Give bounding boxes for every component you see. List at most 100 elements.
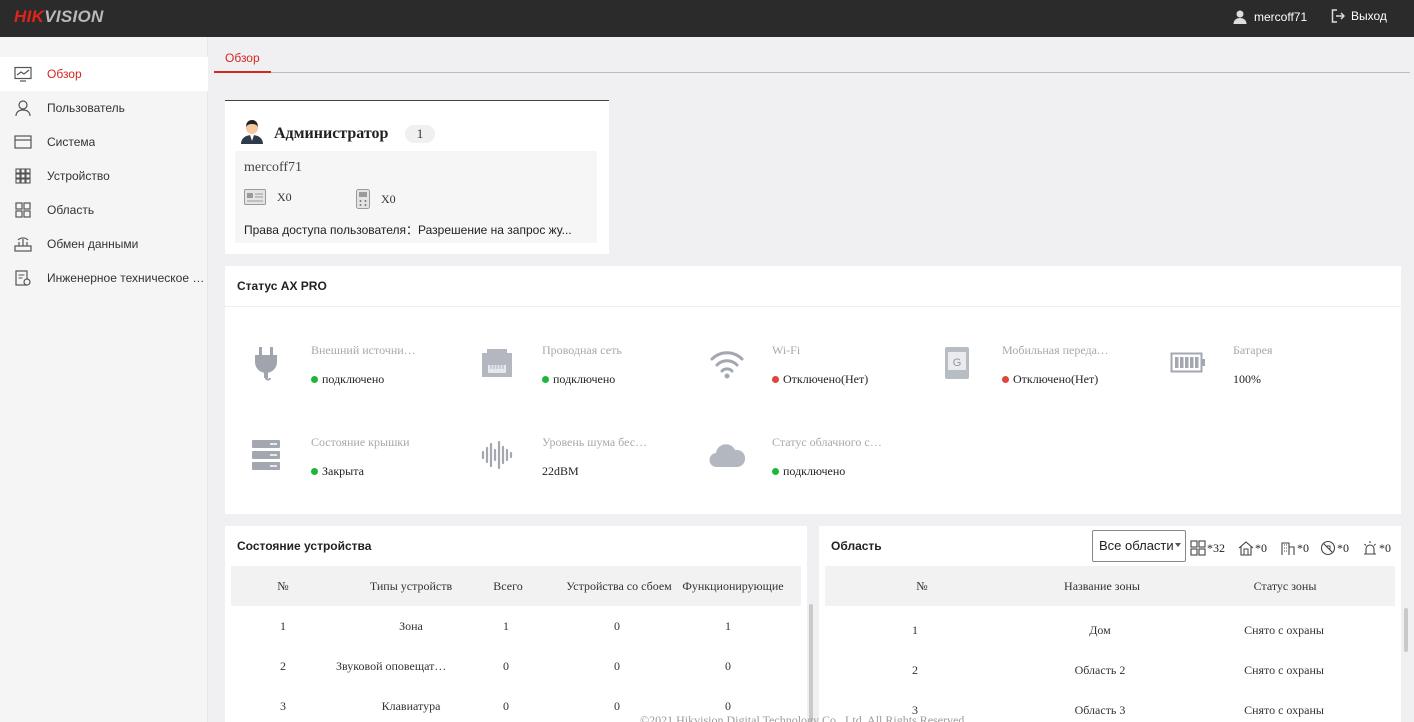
top-bar: HIKVISION mercoff71 Выход (0, 0, 1414, 37)
status-name: Батарея (1233, 343, 1273, 357)
panel-title: Состояние устройства (237, 539, 372, 553)
sidebar-item-system[interactable]: Система (0, 125, 208, 159)
away-arm-counter: *0 (1238, 540, 1267, 556)
sidebar-item-label: Обзор (47, 67, 82, 81)
scrollbar[interactable] (809, 604, 813, 722)
status-value: Отключено(Нет) (1002, 372, 1098, 387)
status-value: Закрыта (311, 464, 364, 479)
status-name: Wi-Fi (772, 343, 801, 357)
sidebar-item-communication[interactable]: Обмен данными (0, 227, 208, 261)
tab-overview[interactable]: Обзор (214, 51, 271, 73)
counter-value: *0 (1337, 540, 1349, 555)
sidebar-item-label: Инженерное техническое обслуживание (47, 271, 205, 285)
table-cell: 0 (614, 619, 620, 633)
admin-username: mercoff71 (244, 160, 303, 175)
table-cell: 0 (725, 699, 731, 713)
sidebar: Обзор Пользователь Система Устройство Об… (0, 37, 208, 722)
table-cell: Дом (1089, 623, 1111, 637)
table-cell: 1 (725, 619, 731, 633)
table-cell: 0 (503, 659, 509, 673)
column-header: № (916, 579, 928, 593)
table-cell: 0 (614, 699, 620, 713)
table-cell: Снято с охраны (1244, 703, 1324, 717)
panel-title: Область (831, 539, 882, 553)
status-value: Отключено(Нет) (772, 372, 868, 387)
copyright-footer: ©2021 Hikvision Digital Technology Co., … (640, 713, 968, 722)
area-select-value: Все области (1099, 538, 1174, 553)
table-header: № Типы устройств Всего Устройства со сбо… (231, 566, 801, 606)
column-header: № (277, 579, 289, 593)
table-cell: Область 3 (1074, 703, 1126, 717)
area-panel: Область Все области *32 *0 *0 *0 *0 № На… (819, 526, 1408, 722)
counter-value: *0 (1297, 540, 1309, 555)
status-wifi: Wi-Fi Отключено(Нет) (709, 341, 929, 391)
table-cell: 2 (280, 659, 286, 673)
sidebar-item-overview[interactable]: Обзор (0, 57, 208, 91)
status-name: Статус облачного сервиса (772, 435, 882, 449)
status-error-dot (772, 376, 779, 383)
stay-arm-icon (1281, 542, 1295, 555)
battery-icon (1170, 352, 1205, 373)
cloud-icon (709, 444, 745, 468)
panel-title: Статус AX PRO (237, 279, 327, 293)
keyfob-icon (356, 189, 370, 209)
status-ok-dot (311, 376, 318, 383)
divider (225, 306, 1401, 307)
table-cell: Звуковой оповещатель (336, 659, 451, 673)
admin-title: Администратор (274, 125, 389, 142)
table-cell: 2 (912, 663, 918, 677)
user-icon (1233, 10, 1247, 24)
status-wireless-noise: Уровень шума беспроводной сети 22dBM (479, 433, 699, 483)
system-icon (14, 135, 32, 149)
status-error-dot (1002, 376, 1009, 383)
counter-value: *0 (1255, 540, 1267, 555)
admin-count-badge: 1 (405, 125, 435, 143)
table-cell: 1 (280, 619, 286, 633)
table-cell: Клавиатура (381, 699, 441, 713)
column-header: Статус зоны (1253, 579, 1317, 593)
counter-value: *32 (1207, 540, 1225, 555)
area-select[interactable]: Все области (1092, 530, 1186, 562)
area-icon (15, 202, 31, 218)
admin-access-rights: Права доступа пользователя：Разрешение на… (244, 223, 572, 237)
status-tamper: Состояние крышки Закрыта (248, 433, 468, 483)
status-value: подключено (542, 372, 615, 387)
status-value-text: подключено (553, 372, 616, 386)
status-name: Уровень шума беспроводной сети (542, 435, 652, 449)
ethernet-icon (482, 349, 512, 377)
router-icon (14, 237, 32, 252)
table-cell: 1 (912, 623, 918, 637)
status-value: 22dBM (542, 464, 579, 479)
status-value-text: 100% (1233, 372, 1261, 386)
table-cell: 0 (503, 699, 509, 713)
device-grid-icon (15, 168, 31, 184)
user-menu[interactable]: mercoff71 (1232, 9, 1307, 25)
disarm-counter: *0 (1320, 540, 1349, 556)
logout-label: Выход (1351, 9, 1387, 23)
sidebar-item-label: Обмен данными (47, 237, 139, 251)
table-cell: 3 (280, 699, 286, 713)
sidebar-item-user[interactable]: Пользователь (0, 91, 208, 125)
maintenance-icon (15, 270, 31, 286)
sidebar-item-label: Устройство (47, 169, 110, 183)
sidebar-item-maintenance[interactable]: Инженерное техническое обслуживание (0, 261, 208, 295)
admin-cards: X0 (244, 189, 292, 205)
user-icon (15, 100, 31, 116)
table-cell: Снято с охраны (1244, 623, 1324, 637)
logout-button[interactable]: Выход (1331, 9, 1387, 23)
scrollbar[interactable] (1404, 608, 1408, 652)
disarm-icon (1320, 540, 1336, 556)
status-ok-dot (772, 468, 779, 475)
status-name: Мобильная передача данных (1002, 343, 1112, 357)
tab-strip: Обзор (214, 37, 1410, 73)
sim-icon: G (945, 347, 969, 379)
status-value-text: Отключено(Нет) (1013, 372, 1099, 386)
sidebar-item-area[interactable]: Область (0, 193, 208, 227)
sidebar-item-device[interactable]: Устройство (0, 159, 208, 193)
status-value-text: подключено (322, 372, 385, 386)
username-label: mercoff71 (1254, 10, 1308, 24)
table-header: № Название зоны Статус зоны (825, 566, 1395, 606)
status-battery: Батарея 100% (1170, 341, 1390, 391)
status-value: подключено (311, 372, 384, 387)
table-cell: 0 (725, 659, 731, 673)
